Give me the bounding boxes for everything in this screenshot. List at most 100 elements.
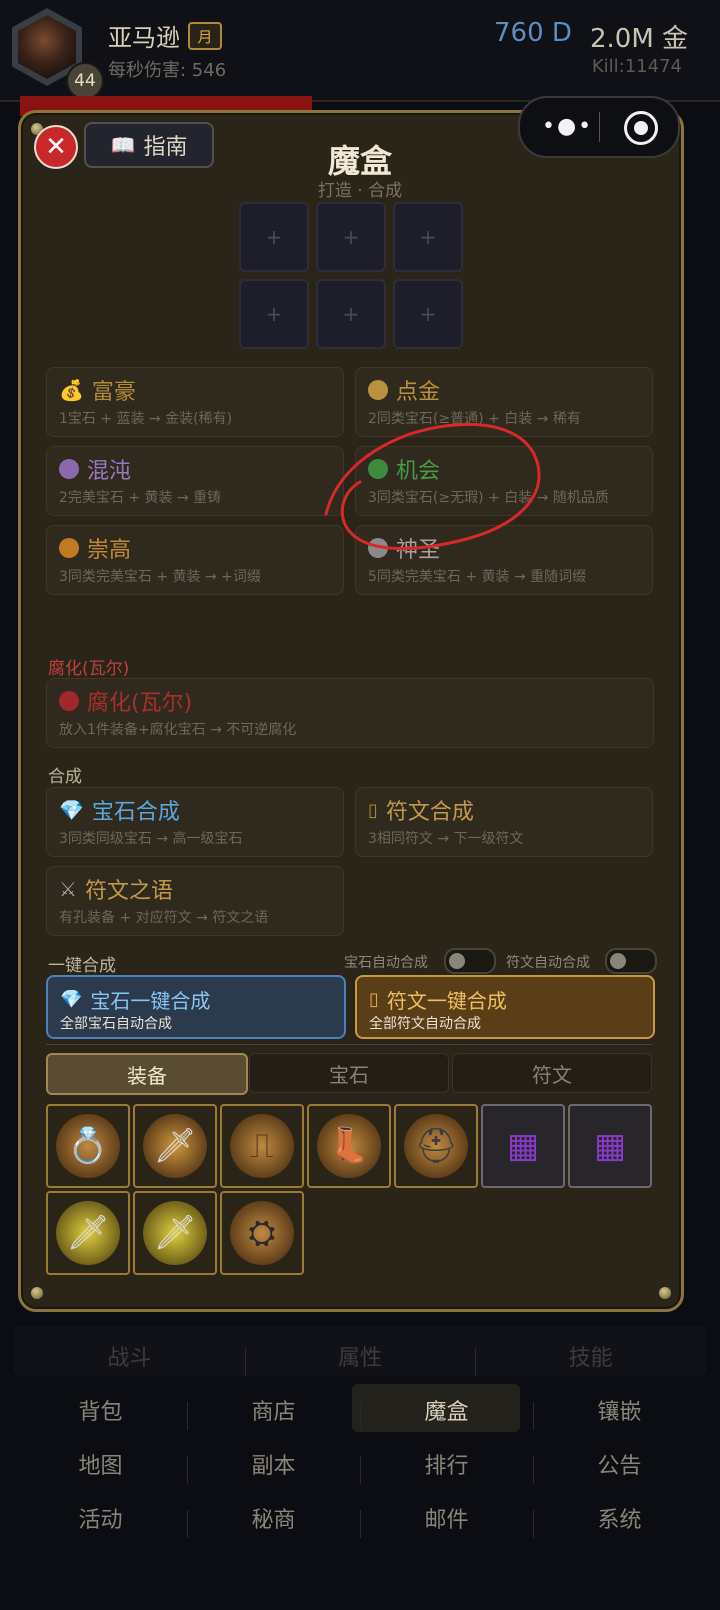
gem-auto-toggle[interactable] bbox=[444, 948, 496, 974]
currency-gold: 2.0M 金 bbox=[590, 24, 689, 54]
recipe-card-hundun[interactable]: 混沌 2完美宝石 + 黄装 → 重铸 bbox=[46, 446, 344, 516]
divider bbox=[46, 1044, 652, 1045]
recipe-card-jihui[interactable]: 机会 3同类宝石(≥无瑕) + 白装 → 随机品质 bbox=[355, 446, 653, 516]
recipe-card-fuhao[interactable]: 💰 富豪 1宝石 + 蓝装 → 金装(稀有) bbox=[46, 367, 344, 437]
inventory-item[interactable]: 💍 bbox=[46, 1104, 130, 1188]
dps-value: 每秒伤害: 546 bbox=[108, 60, 227, 81]
recipe-card-runeword[interactable]: ⚔ 符文之语 有孔装备 + 对应符文 → 符文之语 bbox=[46, 866, 344, 936]
inventory-item[interactable]: 🗡 bbox=[133, 1104, 217, 1188]
recipe-title: 符文合成 bbox=[385, 800, 474, 825]
top-header: 44 亚马逊 月 每秒伤害: 546 760 D 2.0M 金 Kill:114… bbox=[0, 0, 720, 102]
toggle-gem-label: 宝石自动合成 bbox=[344, 955, 428, 971]
modal-subtitle: 打造 · 合成 bbox=[317, 181, 403, 201]
craft-slot[interactable]: + bbox=[239, 202, 309, 272]
nav-events[interactable]: 活动 bbox=[14, 1502, 187, 1534]
rune-icon: ▯ bbox=[369, 989, 379, 1010]
recipe-card-chonggao[interactable]: 崇高 3同类完美宝石 + 黄装 → +词缀 bbox=[46, 525, 344, 595]
craft-slot[interactable]: + bbox=[239, 279, 309, 349]
inventory-item[interactable]: 🗡 bbox=[46, 1191, 130, 1275]
tab-gem[interactable]: 宝石 bbox=[249, 1053, 449, 1093]
oneclick-desc: 全部宝石自动合成 bbox=[60, 1016, 172, 1032]
recipe-card-gem-synth[interactable]: 💎 宝石合成 3同类同级宝石 → 高一级宝石 bbox=[46, 787, 344, 857]
recipe-desc: 2完美宝石 + 黄装 → 重铸 bbox=[59, 490, 222, 506]
level-badge: 44 bbox=[66, 62, 104, 100]
inventory-item[interactable]: ⎍ bbox=[220, 1104, 304, 1188]
oneclick-title: 符文一键合成 bbox=[386, 989, 507, 1013]
recipe-card-rune-synth[interactable]: ▯ 符文合成 3相同符文 → 下一级符文 bbox=[355, 787, 653, 857]
nav-map[interactable]: 地图 bbox=[14, 1448, 187, 1480]
inventory-item[interactable]: ⛭ bbox=[220, 1191, 304, 1275]
chaos-orb-icon bbox=[59, 459, 79, 479]
chance-orb-icon bbox=[368, 459, 388, 479]
nav-battle[interactable]: 战斗 bbox=[14, 1340, 245, 1372]
recipe-title: 混沌 bbox=[87, 459, 132, 484]
rune-card-icon: ▦ bbox=[593, 1126, 627, 1166]
oneclick-desc: 全部符文自动合成 bbox=[369, 1016, 481, 1032]
rune-icon: ▯ bbox=[368, 799, 378, 821]
corrupt-section-label: 腐化(瓦尔) bbox=[48, 659, 130, 679]
nav-row-4: 活动 秘商 邮件 系统 bbox=[14, 1502, 706, 1538]
nav-system[interactable]: 系统 bbox=[533, 1502, 706, 1538]
tab-equipment[interactable]: 装备 bbox=[46, 1053, 248, 1095]
craft-slot[interactable]: + bbox=[316, 202, 386, 272]
nav-inlay[interactable]: 镶嵌 bbox=[533, 1394, 706, 1430]
recipe-title: 崇高 bbox=[87, 538, 132, 563]
recipe-title: 神圣 bbox=[396, 538, 441, 563]
synth-section-label: 合成 bbox=[48, 767, 82, 787]
recipe-title: 宝石合成 bbox=[91, 800, 180, 825]
nav-skills[interactable]: 技能 bbox=[475, 1340, 706, 1376]
sword-icon: 🗡 bbox=[153, 1213, 197, 1253]
currency-d: 760 D bbox=[494, 18, 572, 48]
nav-bag[interactable]: 背包 bbox=[14, 1394, 187, 1426]
kill-count: Kill:11474 bbox=[591, 56, 682, 77]
shield-icon: ⛭ bbox=[248, 1213, 276, 1253]
gem-icon: 💎 bbox=[59, 798, 84, 822]
gold-orb-icon bbox=[368, 380, 388, 400]
recipe-desc: 放入1件装备+腐化宝石 → 不可逆腐化 bbox=[59, 722, 297, 738]
nav-notice[interactable]: 公告 bbox=[533, 1448, 706, 1484]
tab-rune[interactable]: 符文 bbox=[452, 1053, 652, 1093]
exalted-orb-icon bbox=[59, 538, 79, 558]
inventory-item[interactable]: ⛑ bbox=[394, 1104, 478, 1188]
craft-slot[interactable]: + bbox=[316, 279, 386, 349]
craft-slot[interactable]: + bbox=[393, 202, 463, 272]
rune-card-icon: ▦ bbox=[506, 1126, 540, 1166]
rivet bbox=[659, 1287, 671, 1299]
recipe-card-dianjin[interactable]: 点金 2同类宝石(≥普通) + 白装 → 稀有 bbox=[355, 367, 653, 437]
recipe-desc: 5同类完美宝石 + 黄装 → 重随词缀 bbox=[368, 569, 587, 585]
rune-auto-toggle[interactable] bbox=[605, 948, 657, 974]
inventory-item[interactable]: 🗡 bbox=[133, 1191, 217, 1275]
inventory-item[interactable]: ▦ bbox=[481, 1104, 565, 1188]
vaal-orb-icon bbox=[59, 691, 79, 711]
belt-icon: ⎍ bbox=[250, 1126, 274, 1166]
recipe-desc: 3相同符文 → 下一级符文 bbox=[368, 831, 524, 847]
recipe-title: 机会 bbox=[396, 459, 441, 484]
inventory-item[interactable]: 👢 bbox=[307, 1104, 391, 1188]
nav-shop[interactable]: 商店 bbox=[187, 1394, 360, 1430]
recipe-card-shensheng[interactable]: 神圣 5同类完美宝石 + 黄装 → 重随词缀 bbox=[355, 525, 653, 595]
recipe-title: 符文之语 bbox=[84, 879, 173, 904]
recipe-desc: 3同类同级宝石 → 高一级宝石 bbox=[59, 831, 243, 847]
toggle-rune-label: 符文自动合成 bbox=[506, 955, 590, 971]
boots-icon: 👢 bbox=[327, 1126, 371, 1166]
nav-magic-box[interactable]: 魔盒 bbox=[360, 1394, 533, 1430]
avatar[interactable]: 44 bbox=[12, 8, 104, 100]
crossed-swords-icon: ⚔ bbox=[59, 877, 77, 901]
recipe-card-corrupt[interactable]: 腐化(瓦尔) 放入1件装备+腐化宝石 → 不可逆腐化 bbox=[46, 678, 654, 748]
gem-oneclick-button[interactable]: 💎 宝石一键合成 全部宝石自动合成 bbox=[46, 975, 346, 1039]
recipe-desc: 3同类宝石(≥无瑕) + 白装 → 随机品质 bbox=[368, 490, 609, 506]
gem-icon: 💎 bbox=[60, 989, 83, 1010]
nav-attributes[interactable]: 属性 bbox=[244, 1340, 476, 1376]
nav-secret-shop[interactable]: 秘商 bbox=[187, 1502, 360, 1538]
nav-mail[interactable]: 邮件 bbox=[360, 1502, 533, 1538]
recipe-title: 富豪 bbox=[91, 380, 136, 405]
helmet-icon: ⛑ bbox=[414, 1126, 458, 1166]
money-bag-icon: 💰 bbox=[59, 378, 84, 402]
nav-ranking[interactable]: 排行 bbox=[360, 1448, 533, 1484]
month-card-badge: 月 bbox=[188, 22, 222, 50]
nav-dungeon[interactable]: 副本 bbox=[187, 1448, 360, 1484]
craft-slot[interactable]: + bbox=[393, 279, 463, 349]
rune-oneclick-button[interactable]: ▯ 符文一键合成 全部符文自动合成 bbox=[355, 975, 655, 1039]
inventory-item[interactable]: ▦ bbox=[568, 1104, 652, 1188]
recipe-desc: 有孔装备 + 对应符文 → 符文之语 bbox=[59, 910, 269, 926]
